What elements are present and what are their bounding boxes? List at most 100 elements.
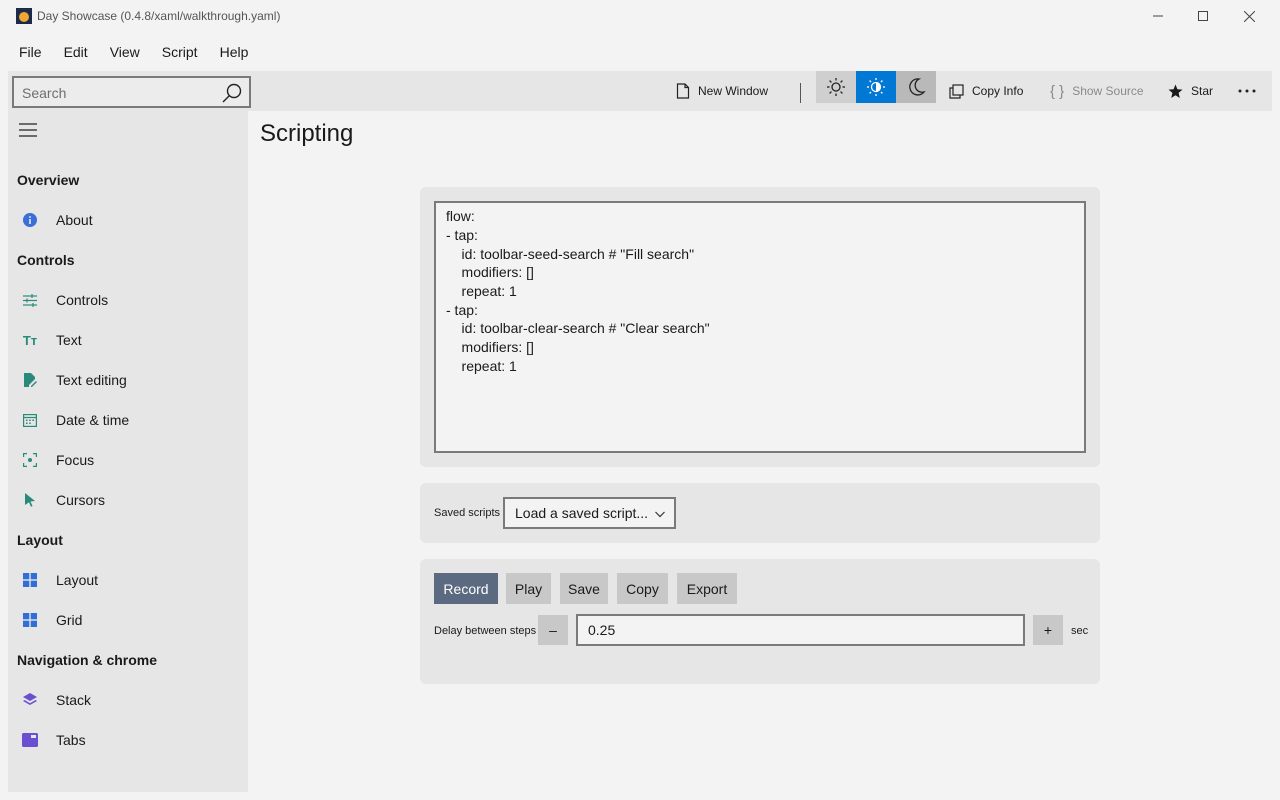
star-icon (1168, 84, 1183, 98)
copy-info-button[interactable]: Copy Info (949, 71, 1023, 111)
sidebar-item-label: Controls (56, 292, 109, 308)
menu-help[interactable]: Help (209, 38, 260, 66)
page-title: Scripting (260, 120, 354, 147)
contrast-icon (867, 78, 885, 96)
sidebar-item-label: Tabs (56, 732, 86, 748)
section-controls: Controls (17, 252, 75, 268)
sidebar-item-focus[interactable]: Focus (8, 442, 248, 478)
toolbar: New Window Copy Info { } Show Source Sta… (8, 71, 1272, 111)
sidebar-item-label: Cursors (56, 492, 106, 508)
theme-light-button[interactable] (816, 71, 856, 103)
close-button[interactable] (1226, 0, 1272, 32)
focus-icon (22, 452, 38, 468)
script-line: repeat: 1 (446, 283, 517, 299)
new-window-button[interactable]: New Window (676, 71, 768, 111)
sidebar-item-label: Grid (56, 612, 83, 628)
star-button[interactable]: Star (1168, 71, 1213, 111)
delay-label: Delay between steps (434, 625, 537, 637)
sidebar: Overview About Controls Controls Tт Text… (8, 111, 248, 792)
sidebar-item-date-time[interactable]: Date & time (8, 402, 248, 438)
script-line: modifiers: [] (446, 339, 534, 355)
script-editor[interactable]: flow: - tap: id: toolbar-seed-search # "… (434, 201, 1086, 453)
section-navigation-chrome: Navigation & chrome (17, 652, 158, 668)
sidebar-item-label: Focus (56, 452, 95, 468)
delay-decrement-button[interactable]: – (538, 615, 568, 645)
delay-increment-button[interactable]: + (1033, 615, 1063, 645)
script-line: - tap: (446, 302, 478, 318)
export-button[interactable]: Export (677, 573, 737, 604)
section-overview: Overview (17, 172, 80, 188)
copy-icon (949, 83, 964, 99)
saved-scripts-card: Saved scripts Load a saved script... (420, 483, 1100, 543)
cursor-icon (22, 492, 38, 508)
saved-scripts-dropdown[interactable]: Load a saved script... (503, 497, 676, 529)
sun-icon (827, 78, 845, 96)
show-source-button[interactable]: { } Show Source (1050, 71, 1144, 111)
menu-file[interactable]: File (8, 38, 53, 66)
text-size-icon: Tт (22, 332, 38, 348)
sidebar-item-stack[interactable]: Stack (8, 682, 248, 718)
saved-scripts-selected: Load a saved script... (515, 505, 649, 521)
delay-input[interactable]: 0.25 (576, 614, 1025, 646)
menu-view[interactable]: View (99, 38, 151, 66)
sidebar-item-label: Text (56, 332, 82, 348)
menu-script[interactable]: Script (151, 38, 209, 66)
close-icon (1243, 10, 1255, 22)
script-line: modifiers: [] (446, 264, 534, 280)
sliders-icon (22, 292, 38, 308)
sidebar-item-tabs[interactable]: Tabs (8, 722, 248, 758)
chevron-down-icon (655, 511, 665, 518)
sidebar-item-text-editing[interactable]: Text editing (8, 362, 248, 398)
theme-auto-button[interactable] (856, 71, 896, 103)
saved-scripts-label: Saved scripts (434, 507, 501, 519)
sidebar-item-controls[interactable]: Controls (8, 282, 248, 318)
sidebar-item-label: Text editing (56, 372, 127, 388)
script-line: flow: (446, 208, 475, 224)
maximize-button[interactable] (1180, 0, 1226, 32)
search-box (12, 76, 251, 108)
window-title: Day Showcase (0.4.8/xaml/walkthrough.yam… (37, 9, 281, 23)
stack-icon (22, 692, 38, 708)
sidebar-item-cursors[interactable]: Cursors (8, 482, 248, 518)
tabs-icon (22, 732, 38, 748)
sidebar-item-text[interactable]: Tт Text (8, 322, 248, 358)
script-line: repeat: 1 (446, 358, 517, 374)
delay-value: 0.25 (588, 622, 616, 638)
minimize-icon (1153, 15, 1163, 17)
show-source-label: Show Source (1072, 84, 1144, 98)
theme-dark-button[interactable] (896, 71, 936, 103)
script-line: id: toolbar-clear-search # "Clear search… (446, 320, 710, 336)
section-layout: Layout (17, 532, 63, 548)
grid-icon (22, 612, 38, 628)
playback-card: Record Play Save Copy Export Delay betwe… (420, 559, 1100, 684)
sidebar-item-grid[interactable]: Grid (8, 602, 248, 638)
search-input[interactable] (22, 83, 212, 103)
copy-info-label: Copy Info (972, 84, 1024, 98)
app-icon (16, 8, 32, 24)
menu-edit[interactable]: Edit (53, 38, 99, 66)
new-window-label: New Window (698, 84, 769, 98)
sidebar-item-about[interactable]: About (8, 202, 248, 238)
delay-unit: sec (1071, 625, 1089, 637)
sidebar-item-label: Date & time (56, 412, 130, 428)
title-bar: Day Showcase (0.4.8/xaml/walkthrough.yam… (0, 0, 1280, 32)
record-button[interactable]: Record (434, 573, 498, 604)
script-line: - tap: (446, 227, 478, 243)
maximize-icon (1198, 11, 1208, 21)
star-label: Star (1191, 84, 1214, 98)
copy-button[interactable]: Copy (617, 573, 668, 604)
hamburger-icon[interactable] (19, 123, 37, 137)
minimize-button[interactable] (1135, 0, 1181, 32)
more-button[interactable] (1238, 71, 1256, 111)
menu-bar: File Edit View Script Help (8, 38, 259, 66)
search-icon[interactable] (221, 82, 243, 104)
layout-icon (22, 572, 38, 588)
script-editor-card: flow: - tap: id: toolbar-seed-search # "… (420, 187, 1100, 467)
more-icon (1238, 89, 1256, 93)
sidebar-item-label: Layout (56, 572, 99, 588)
sidebar-item-label: Stack (56, 692, 92, 708)
save-button[interactable]: Save (560, 573, 608, 604)
play-button[interactable]: Play (506, 573, 551, 604)
sidebar-item-layout[interactable]: Layout (8, 562, 248, 598)
toolbar-separator (800, 83, 801, 103)
